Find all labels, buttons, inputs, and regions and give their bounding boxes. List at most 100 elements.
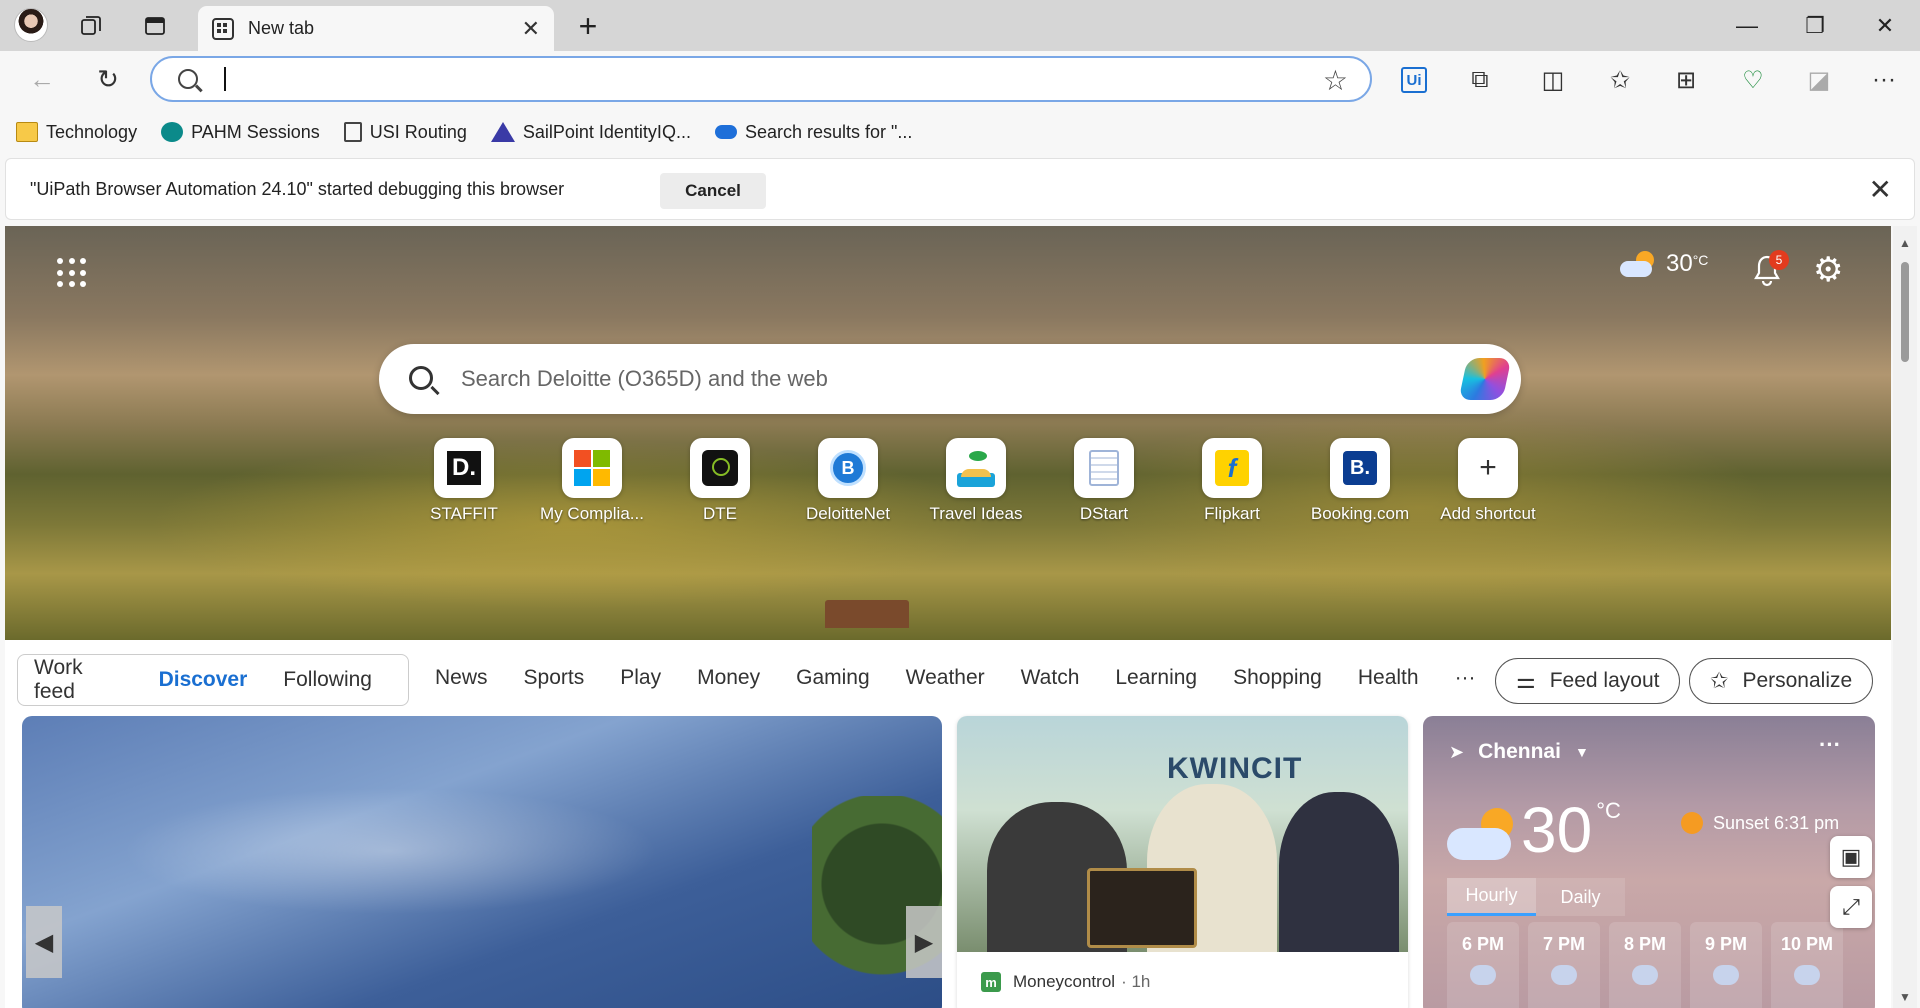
feed-layout-button[interactable]: ⚌ Feed layout — [1495, 658, 1681, 704]
cancel-button[interactable]: Cancel — [660, 173, 766, 209]
tab-play[interactable]: Play — [620, 666, 661, 690]
shortcut-deloittenet[interactable]: B DeloitteNet — [784, 438, 912, 524]
shortcut-dte[interactable]: DTE — [656, 438, 784, 524]
weather-widget[interactable]: 30 °C — [1620, 250, 1708, 278]
tab-news[interactable]: News — [435, 666, 488, 690]
browser-essentials-icon[interactable]: ♡ — [1733, 60, 1773, 100]
scrollbar-thumb[interactable] — [1901, 262, 1909, 362]
tab-following[interactable]: Following — [283, 668, 372, 692]
new-tab-page: 30 °C 5 ⚙ D. STAFFIT My Complia... DTE — [5, 226, 1891, 1008]
shortcut-label: Booking.com — [1310, 504, 1410, 523]
refresh-button[interactable]: ↻ — [88, 59, 128, 99]
close-tab-icon[interactable]: ✕ — [522, 16, 540, 42]
tab-work-feed[interactable]: Work feed — [34, 656, 123, 704]
shortcut-booking[interactable]: B. Booking.com — [1296, 438, 1424, 524]
tab-weather[interactable]: Weather — [906, 666, 985, 690]
weather-location[interactable]: ➤ Chennai ▼ — [1449, 740, 1589, 764]
profile-avatar[interactable] — [14, 8, 48, 42]
shortcut-flipkart[interactable]: f Flipkart — [1168, 438, 1296, 524]
featured-story-card[interactable]: ◀ ▶ — [22, 716, 942, 1008]
weather-card[interactable]: ➤ Chennai ▼ ··· 30 °C Sunset 6:31 pm Hou… — [1423, 716, 1875, 1008]
copilot-icon[interactable] — [1458, 358, 1512, 400]
personalize-button[interactable]: ✩ Personalize — [1689, 658, 1874, 704]
favorite-sailpoint[interactable]: SailPoint IdentityIQ... — [490, 122, 691, 143]
page-scrollbar[interactable]: ▲ ▼ — [1893, 226, 1917, 1008]
page-settings-gear-icon[interactable]: ⚙ — [1813, 250, 1843, 290]
tab-health[interactable]: Health — [1358, 666, 1419, 690]
favorite-technology[interactable]: Technology — [16, 122, 137, 143]
workspaces-icon[interactable] — [74, 10, 108, 42]
carousel-prev-button[interactable]: ◀ — [26, 906, 62, 978]
forecast-hour[interactable]: 9 PM — [1690, 922, 1762, 1008]
back-button[interactable]: ← — [22, 59, 62, 99]
shortcut-staffit[interactable]: D. STAFFIT — [400, 438, 528, 524]
extensions-icon[interactable]: ⧉ — [1460, 60, 1500, 100]
web-search-box[interactable] — [379, 344, 1521, 414]
partly-cloudy-icon — [1447, 808, 1515, 860]
change-background-icon[interactable]: ▣ — [1830, 836, 1872, 878]
shortcut-travel-ideas[interactable]: Travel Ideas — [912, 438, 1040, 524]
address-bar[interactable]: ☆ — [150, 56, 1372, 102]
weather-more-options-button[interactable]: ··· — [1819, 732, 1841, 758]
tab-money[interactable]: Money — [697, 666, 760, 690]
tab-daily[interactable]: Daily — [1536, 878, 1625, 916]
cloudy-night-icon — [1551, 965, 1577, 985]
web-search-input[interactable] — [461, 362, 1361, 396]
feed-layout-label: Feed layout — [1549, 669, 1660, 692]
app-launcher-icon[interactable] — [57, 258, 87, 288]
tab-learning[interactable]: Learning — [1115, 666, 1197, 690]
favorites-icon[interactable]: ✩ — [1600, 60, 1640, 100]
more-categories-button[interactable]: ··· — [1455, 666, 1476, 690]
vertical-tabs-icon[interactable] — [138, 10, 172, 42]
tab-hourly[interactable]: Hourly — [1447, 878, 1536, 916]
favorite-search-results[interactable]: Search results for "... — [714, 122, 912, 143]
new-tab-button[interactable]: + — [570, 8, 606, 44]
tab-sports[interactable]: Sports — [524, 666, 585, 690]
forecast-hour[interactable]: 10 PM — [1771, 922, 1843, 1008]
tab-watch[interactable]: Watch — [1021, 666, 1080, 690]
news-image: KWINCIT — [957, 716, 1408, 952]
tab-new-tab[interactable]: New tab ✕ — [198, 6, 554, 51]
forecast-hour[interactable]: 7 PM — [1528, 922, 1600, 1008]
split-screen-icon[interactable]: ◫ — [1533, 60, 1573, 100]
cloudy-night-icon — [1632, 965, 1658, 985]
news-time: · 1h — [1121, 972, 1151, 991]
close-infobar-icon[interactable]: ✕ — [1869, 173, 1892, 206]
forecast-tabs: Hourly Daily — [1447, 878, 1625, 916]
weather-unit: °C — [1692, 252, 1709, 268]
restore-button[interactable]: ❐ — [1792, 8, 1838, 44]
favorite-pahm-sessions[interactable]: PAHM Sessions — [161, 122, 320, 143]
favorite-label: USI Routing — [369, 121, 467, 142]
tab-shopping[interactable]: Shopping — [1233, 666, 1322, 690]
plus-icon: + — [1479, 451, 1497, 484]
favorite-usi-routing[interactable]: USI Routing — [343, 121, 467, 143]
address-input[interactable] — [222, 64, 1262, 94]
expand-icon[interactable]: ⤢ — [1830, 886, 1872, 928]
close-window-button[interactable]: ✕ — [1862, 8, 1908, 44]
news-card[interactable]: KWINCIT m Moneycontrol · 1h — [957, 716, 1408, 1008]
uipath-extension-button[interactable]: Ui — [1394, 60, 1434, 100]
deloitte-dte-icon — [702, 450, 738, 486]
location-arrow-icon: ➤ — [1449, 741, 1465, 762]
sunset-info[interactable]: Sunset 6:31 pm — [1681, 812, 1839, 834]
minimize-button[interactable]: — — [1724, 8, 1770, 44]
favorite-label: PAHM Sessions — [191, 121, 320, 142]
tab-gaming[interactable]: Gaming — [796, 666, 870, 690]
forecast-hour[interactable]: 6 PM — [1447, 922, 1519, 1008]
settings-and-more-button[interactable]: ··· — [1864, 60, 1904, 100]
shortcut-my-compliance[interactable]: My Complia... — [528, 438, 656, 524]
forecast-hour[interactable]: 8 PM — [1609, 922, 1681, 1008]
collections-icon[interactable]: ⊞ — [1666, 60, 1706, 100]
scroll-up-arrow-icon[interactable]: ▲ — [1899, 236, 1911, 250]
cloudy-night-icon — [1794, 965, 1820, 985]
scroll-down-arrow-icon[interactable]: ▼ — [1899, 990, 1911, 1004]
add-favorite-star-icon[interactable]: ☆ — [1323, 64, 1348, 97]
add-shortcut-button[interactable]: + Add shortcut — [1424, 438, 1552, 524]
tab-discover[interactable]: Discover — [159, 668, 248, 692]
carousel-next-button[interactable]: ▶ — [906, 906, 942, 978]
copilot-sidebar-icon[interactable]: ◪ — [1799, 60, 1839, 100]
document-icon — [343, 122, 362, 142]
shortcut-dstart[interactable]: DStart — [1040, 438, 1168, 524]
news-source: m Moneycontrol · 1h — [981, 972, 1150, 992]
weather-temp: 30 — [1666, 250, 1693, 277]
